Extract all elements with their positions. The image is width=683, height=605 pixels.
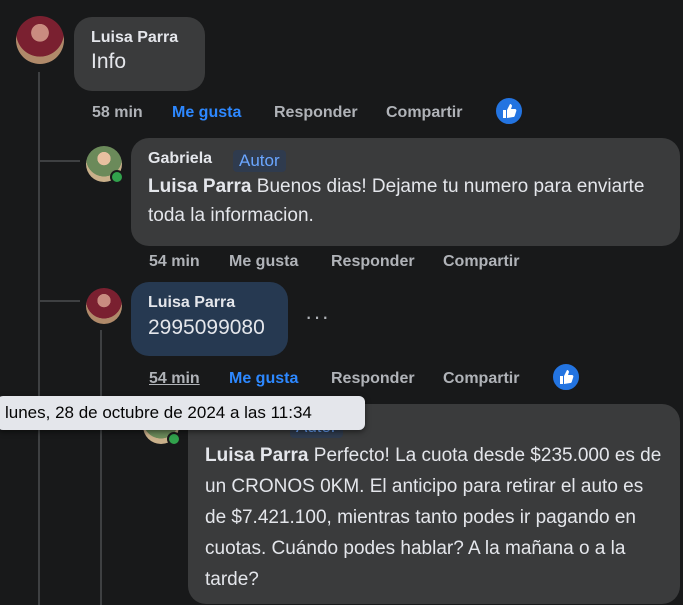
reply-button[interactable]: Responder: [331, 370, 415, 388]
thread-branch-2h: [40, 300, 80, 302]
comment-text: Info: [91, 50, 127, 73]
share-button[interactable]: Compartir: [443, 253, 519, 271]
comment-bubble: Gabriela Luisa Parra Buenos dias! Dejame…: [131, 138, 680, 246]
comment-time[interactable]: 58 min: [92, 104, 143, 122]
avatar[interactable]: [16, 16, 64, 64]
thread-line-nested: [100, 330, 102, 605]
comment-time[interactable]: 54 min: [149, 370, 200, 388]
timestamp-tooltip: lunes, 28 de octubre de 2024 a las 11:34: [0, 396, 365, 430]
like-reaction-icon[interactable]: [551, 362, 581, 392]
comment-time[interactable]: 54 min: [149, 253, 200, 271]
more-options-icon[interactable]: ···: [305, 304, 330, 330]
comment-bubble: Gabriela Luisa Parra Perfecto! La cuota …: [188, 404, 680, 604]
share-button[interactable]: Compartir: [386, 104, 462, 122]
comment-bubble: Luisa Parra 2995099080: [131, 282, 288, 356]
comment-bubble: Luisa Parra Info: [74, 17, 205, 91]
mention-link[interactable]: Luisa Parra: [205, 445, 309, 466]
like-button[interactable]: Me gusta: [172, 104, 241, 122]
comment-author[interactable]: Luisa Parra: [91, 29, 188, 47]
avatar[interactable]: [86, 288, 122, 324]
comment-author[interactable]: Luisa Parra: [148, 294, 271, 312]
reply-button[interactable]: Responder: [274, 104, 358, 122]
thread-branch-1h: [40, 160, 80, 162]
author-badge: Autor: [233, 150, 286, 172]
comment-text: Luisa Parra Buenos dias! Dejame tu numer…: [148, 172, 663, 230]
like-button[interactable]: Me gusta: [229, 370, 298, 388]
comment-body: Perfecto! La cuota desde $235.000 es de …: [205, 445, 662, 590]
share-button[interactable]: Compartir: [443, 370, 519, 388]
like-button[interactable]: Me gusta: [229, 253, 298, 271]
online-status-indicator: [110, 170, 124, 184]
comment-text: 2995099080: [148, 316, 265, 339]
online-status-indicator: [167, 432, 181, 446]
reply-button[interactable]: Responder: [331, 253, 415, 271]
comment-author[interactable]: Gabriela: [148, 150, 212, 168]
like-reaction-icon[interactable]: [494, 96, 524, 126]
mention-link[interactable]: Luisa Parra: [148, 176, 252, 197]
comment-text: Luisa Parra Perfecto! La cuota desde $23…: [205, 440, 663, 595]
